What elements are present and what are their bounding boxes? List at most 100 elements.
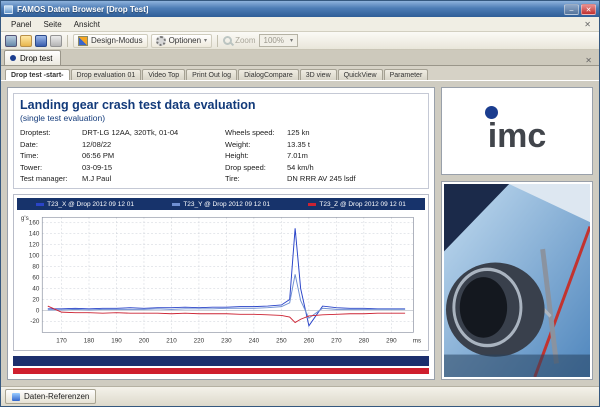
chevron-down-icon: ▾ (290, 37, 293, 44)
design-modus-button[interactable]: Design-Modus (73, 34, 148, 48)
info-value: 12/08/22 (82, 140, 217, 149)
design-modus-icon (78, 36, 88, 46)
info-row: Droptest:DRT-LG 12AA, 320Tk, 01-04 (20, 128, 217, 137)
info-label: Tower: (20, 163, 82, 172)
header-panel: Landing gear crash test data evaluation … (13, 93, 429, 189)
info-grid: Droptest:DRT-LG 12AA, 320Tk, 01-04Date:1… (20, 128, 422, 183)
imc-logo: imc (488, 109, 547, 153)
svg-text:270: 270 (331, 338, 342, 345)
menu-item-panel[interactable]: Panel (5, 19, 37, 30)
legend-label: T23_Z @ Drop 2012 09 12 01 (319, 201, 405, 208)
menu-item-ansicht[interactable]: Ansicht (68, 19, 106, 30)
subtab-row: Drop test -start-Drop evaluation 01Video… (1, 66, 599, 81)
minimize-button[interactable]: – (564, 4, 579, 15)
print-icon[interactable] (50, 35, 62, 47)
subtab-quickview[interactable]: QuickView (338, 69, 383, 80)
info-row: Tire:DN RRR AV 245 lsdf (225, 174, 422, 183)
landing-gear-photo (444, 184, 590, 377)
title-bar: FAMOS Daten Browser [Drop Test] – ✕ (1, 1, 599, 17)
tab-label: Drop test (20, 54, 52, 63)
y-axis-label: g's (21, 215, 29, 222)
menu-item-seite[interactable]: Seite (37, 19, 67, 30)
legend-label: T23_Y @ Drop 2012 09 12 01 (183, 201, 270, 208)
info-label: Test manager: (20, 174, 82, 183)
zoom-label: Zoom (235, 36, 255, 45)
info-label: Wheels speed: (225, 128, 287, 137)
subtab-video-top[interactable]: Video Top (142, 69, 185, 80)
brand-stripes (13, 356, 429, 374)
info-value: M.J Paul (82, 174, 217, 183)
info-row: Time:06:56 PM (20, 151, 217, 160)
info-value: DRT-LG 12AA, 320Tk, 01-04 (82, 128, 217, 137)
subtab-3d-view[interactable]: 3D view (300, 69, 337, 80)
imc-logo-box: imc (441, 87, 593, 175)
navy-stripe (13, 356, 429, 366)
svg-text:260: 260 (304, 338, 315, 345)
svg-text:160: 160 (29, 220, 40, 227)
right-column: imc (441, 87, 593, 380)
optionen-button[interactable]: Optionen ▾ (151, 34, 212, 48)
info-row: Date:12/08/22 (20, 140, 217, 149)
chevron-down-icon: ▾ (204, 37, 207, 44)
gear-icon (156, 36, 166, 46)
subtab-dialogcompare[interactable]: DialogCompare (238, 69, 299, 80)
info-label: Height: (225, 151, 287, 160)
info-label: Tire: (225, 174, 287, 183)
svg-text:200: 200 (139, 338, 150, 345)
info-value: 03-09-15 (82, 163, 217, 172)
subtab-parameter[interactable]: Parameter (384, 69, 429, 80)
photo-box (441, 181, 593, 380)
svg-text:20: 20 (32, 296, 40, 303)
info-row: Test manager:M.J Paul (20, 174, 217, 183)
close-button[interactable]: ✕ (581, 4, 596, 15)
svg-text:230: 230 (221, 338, 232, 345)
tab-close-icon[interactable]: ✕ (581, 56, 596, 65)
subtab-drop-evaluation-01[interactable]: Drop evaluation 01 (71, 69, 142, 80)
legend-swatch (172, 203, 180, 206)
svg-text:-20: -20 (30, 318, 40, 325)
info-value: 125 kn (287, 128, 422, 137)
zoom-select[interactable]: 100% ▾ (259, 34, 298, 47)
info-value: DN RRR AV 245 lsdf (287, 174, 422, 183)
svg-text:290: 290 (386, 338, 397, 345)
optionen-label: Optionen (169, 36, 201, 45)
legend-item: T23_X @ Drop 2012 09 12 01 (36, 201, 134, 208)
acceleration-chart: 1701801902002102202302402502602702802901… (17, 210, 425, 347)
svg-text:100: 100 (29, 253, 40, 260)
photo-engine-inlet (460, 277, 507, 338)
open-folder-icon[interactable] (20, 35, 32, 47)
info-column-left: Droptest:DRT-LG 12AA, 320Tk, 01-04 Date:1… (20, 128, 217, 183)
info-label: Date: (20, 140, 82, 149)
info-row: Wheels speed:125 kn (225, 128, 422, 137)
panel-icon[interactable] (5, 35, 17, 47)
page-subtitle: (single test evaluation) (20, 113, 422, 123)
info-row: Height:7.01m (225, 151, 422, 160)
daten-referenzen-button[interactable]: Daten-Referenzen (5, 389, 96, 404)
imc-logo-text: imc (488, 117, 547, 155)
save-icon[interactable] (35, 35, 47, 47)
document-close-icon[interactable]: ✕ (580, 20, 595, 29)
info-row: Weight:13.35 t (225, 140, 422, 149)
toolbar-separator (67, 35, 68, 47)
zoom-value: 100% (264, 36, 284, 45)
main-tab-row: Drop test ✕ (1, 50, 599, 66)
page-title: Landing gear crash test data evaluation (20, 98, 422, 112)
chart-grid: 1701801902002102202302402502602702802901… (29, 217, 414, 344)
svg-text:80: 80 (32, 264, 40, 271)
svg-text:250: 250 (276, 338, 287, 345)
tab-drop-test[interactable]: Drop test (4, 50, 61, 65)
tab-dot-icon (10, 55, 16, 61)
imc-logo-dot-icon (485, 106, 498, 119)
legend-swatch (308, 203, 316, 206)
subtab-print-out-log[interactable]: Print Out log (186, 69, 237, 80)
toolbar: Design-Modus Optionen ▾ Zoom 100% ▾ (1, 32, 599, 50)
svg-text:210: 210 (166, 338, 177, 345)
info-row: Drop speed:54 km/h (225, 163, 422, 172)
content-area: Landing gear crash test data evaluation … (1, 81, 599, 386)
chart-panel: T23_X @ Drop 2012 09 12 01 T23_Y @ Drop 2… (13, 194, 429, 351)
subtab-drop-test-start-[interactable]: Drop test -start- (5, 69, 70, 80)
red-stripe (13, 368, 429, 374)
window-title: FAMOS Daten Browser [Drop Test] (17, 5, 562, 14)
data-reference-icon (12, 393, 20, 401)
svg-text:0: 0 (36, 307, 40, 314)
